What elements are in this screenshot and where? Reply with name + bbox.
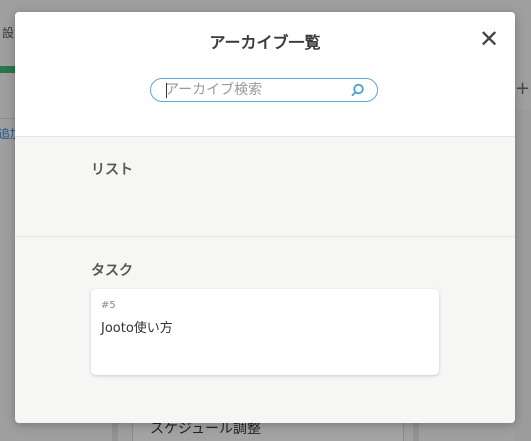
archive-modal: アーカイブ一覧 ✕ リスト タスク #5 Jooto使い方 bbox=[15, 12, 515, 423]
task-name: Jooto使い方 bbox=[101, 321, 173, 336]
search-icon[interactable] bbox=[351, 83, 365, 97]
archived-lists-section: リスト bbox=[15, 137, 515, 237]
archived-tasks-section: タスク #5 Jooto使い方 bbox=[15, 237, 515, 423]
tasks-section-title: タスク bbox=[91, 263, 133, 279]
close-icon[interactable]: ✕ bbox=[479, 27, 499, 51]
task-number: #5 bbox=[101, 300, 116, 311]
archived-task-card[interactable]: #5 Jooto使い方 bbox=[91, 289, 439, 375]
archive-search-input[interactable] bbox=[165, 80, 345, 100]
archive-search-box[interactable] bbox=[150, 78, 378, 102]
modal-header: アーカイブ一覧 ✕ bbox=[15, 12, 515, 137]
modal-title: アーカイブ一覧 bbox=[209, 33, 321, 52]
text-cursor bbox=[166, 83, 167, 98]
lists-section-title: リスト bbox=[91, 162, 133, 178]
